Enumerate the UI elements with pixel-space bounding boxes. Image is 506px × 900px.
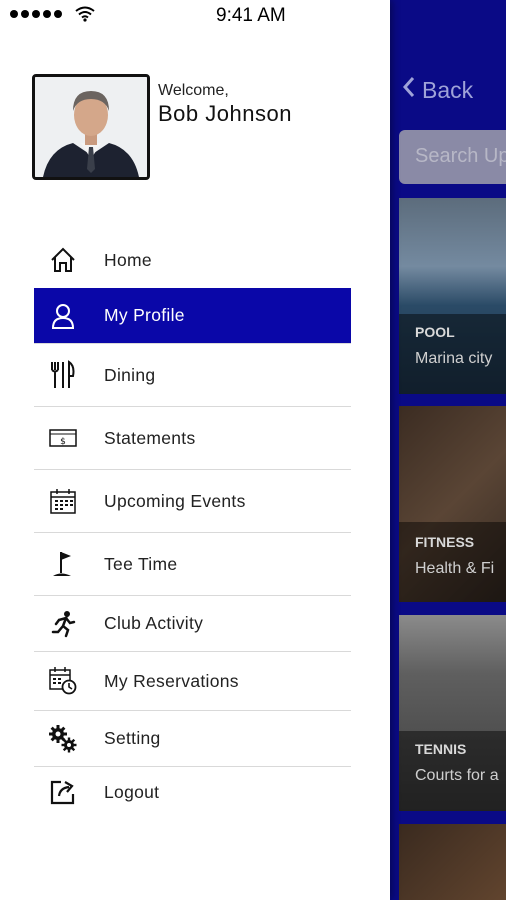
menu-label: Tee Time <box>104 553 178 574</box>
gears-icon <box>48 724 78 754</box>
status-bar: 9:41 AM <box>0 0 390 32</box>
card-category: POOL <box>415 324 455 340</box>
menu-label: My Reservations <box>104 670 239 691</box>
navigation-drawer: 9:41 AM Welcome, Bob Johnson Home My Pro… <box>0 0 390 900</box>
menu-item-club-activity[interactable]: Club Activity <box>34 596 351 652</box>
menu-label: Dining <box>104 364 156 385</box>
menu-label: Logout <box>104 781 160 802</box>
menu-label: Statements <box>104 427 196 448</box>
search-placeholder: Search Up <box>415 145 506 167</box>
logout-icon <box>48 777 78 807</box>
svg-text:$: $ <box>60 437 66 447</box>
signal-strength-icon <box>10 10 62 18</box>
search-input[interactable]: Search Up <box>399 130 506 184</box>
chevron-left-icon <box>402 76 416 104</box>
dining-icon <box>48 360 78 390</box>
golf-flag-icon <box>48 549 78 579</box>
menu-item-setting[interactable]: Setting <box>34 711 351 767</box>
calendar-clock-icon <box>48 666 78 696</box>
welcome-text: Welcome, <box>158 82 229 99</box>
wifi-icon <box>75 6 95 27</box>
menu-item-home[interactable]: Home <box>34 232 351 288</box>
drawer-menu: Home My Profile Dining $ Statements Upco… <box>34 232 351 817</box>
person-icon <box>48 301 78 331</box>
menu-label: Upcoming Events <box>104 490 246 511</box>
menu-label: Setting <box>104 728 161 748</box>
card-category: FITNESS <box>415 534 475 550</box>
card-category: TENNIS <box>415 741 467 757</box>
menu-item-my-profile[interactable]: My Profile <box>34 288 351 344</box>
menu-label: Club Activity <box>104 613 204 633</box>
avatar[interactable] <box>32 74 150 180</box>
card-subtitle: Courts for a <box>415 767 499 784</box>
menu-item-tee-time[interactable]: Tee Time <box>34 533 351 596</box>
amenity-card-tennis[interactable]: TENNIS Courts for a <box>399 615 506 811</box>
menu-item-my-reservations[interactable]: My Reservations <box>34 652 351 711</box>
menu-item-statements[interactable]: $ Statements <box>34 407 351 470</box>
main-screen: Back Search Up POOL Marina city FITNESS … <box>390 0 506 900</box>
user-name: Bob Johnson <box>158 101 292 126</box>
menu-item-upcoming-events[interactable]: Upcoming Events <box>34 470 351 533</box>
menu-label: My Profile <box>104 305 185 325</box>
calendar-icon <box>48 486 78 516</box>
home-icon <box>48 245 78 275</box>
back-label: Back <box>422 76 474 103</box>
dollar-bill-icon: $ <box>48 423 78 453</box>
menu-item-dining[interactable]: Dining <box>34 344 351 407</box>
menu-label: Home <box>104 249 152 270</box>
card-subtitle: Health & Fi <box>415 560 495 577</box>
menu-item-logout[interactable]: Logout <box>34 767 351 817</box>
running-icon <box>48 609 78 639</box>
status-time: 9:41 AM <box>216 5 286 26</box>
amenity-card[interactable] <box>399 824 506 900</box>
back-button[interactable]: Back <box>402 76 473 104</box>
amenity-card-fitness[interactable]: FITNESS Health & Fi <box>399 406 506 602</box>
card-subtitle: Marina city <box>415 350 493 367</box>
amenity-card-pool[interactable]: POOL Marina city <box>399 198 506 394</box>
